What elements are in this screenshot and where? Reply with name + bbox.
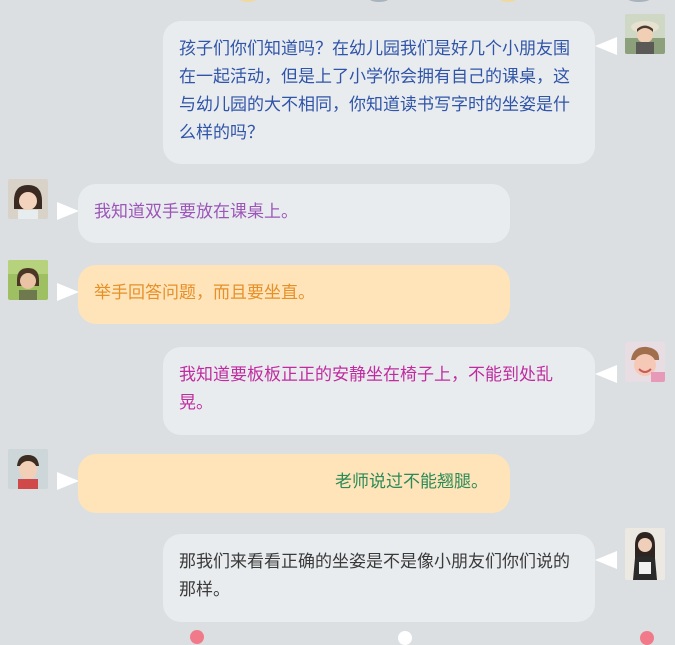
cropped-avatar-top-4 <box>624 0 654 2</box>
cropped-avatar-top-2 <box>366 0 392 2</box>
message-bubble: 那我们来看看正确的坐姿是不是像小朋友们你们说的那样。 <box>163 534 595 622</box>
message-bubble: 孩子们你们知道吗？在幼儿园我们是好几个小朋友围在一起活动，但是上了小学你会拥有自… <box>163 21 595 164</box>
bubble-tail <box>595 365 617 383</box>
message-text: 孩子们你们知道吗？在幼儿园我们是好几个小朋友围在一起活动，但是上了小学你会拥有自… <box>179 39 570 143</box>
avatar-child-boy-icon[interactable] <box>8 449 48 489</box>
avatar-woman-portrait-icon[interactable] <box>625 528 665 580</box>
message-bubble: 举手回答问题，而且要坐直。 <box>78 265 510 324</box>
cropped-avatar-top-1 <box>236 0 260 2</box>
cropped-decoration-bottom-1 <box>190 630 204 644</box>
message-bubble: 老师说过不能翘腿。 <box>78 454 510 513</box>
avatar-child-outdoor-icon[interactable] <box>8 260 48 300</box>
message-bubble: 我知道双手要放在课桌上。 <box>78 184 510 243</box>
message-text: 我知道双手要放在课桌上。 <box>94 202 298 222</box>
avatar-woman-hat-icon[interactable] <box>625 14 665 54</box>
message-text: 老师说过不能翘腿。 <box>335 472 488 492</box>
message-text: 我知道要板板正正的安静坐在椅子上，不能到处乱晃。 <box>179 365 553 413</box>
avatar-child-smiling-icon[interactable] <box>625 342 665 382</box>
message-text: 那我们来看看正确的坐姿是不是像小朋友们你们说的那样。 <box>179 552 570 600</box>
bubble-tail <box>595 551 617 569</box>
message-text: 举手回答问题，而且要坐直。 <box>94 283 315 303</box>
cropped-decoration-bottom-3 <box>640 631 654 645</box>
bubble-tail <box>57 472 79 490</box>
avatar-child-girl-icon[interactable] <box>8 179 48 219</box>
bubble-tail <box>57 283 79 301</box>
cropped-decoration-bottom-2 <box>398 631 412 645</box>
bubble-tail <box>595 37 617 55</box>
message-bubble: 我知道要板板正正的安静坐在椅子上，不能到处乱晃。 <box>163 347 595 435</box>
cropped-avatar-top-3 <box>496 0 520 2</box>
bubble-tail <box>57 202 79 220</box>
